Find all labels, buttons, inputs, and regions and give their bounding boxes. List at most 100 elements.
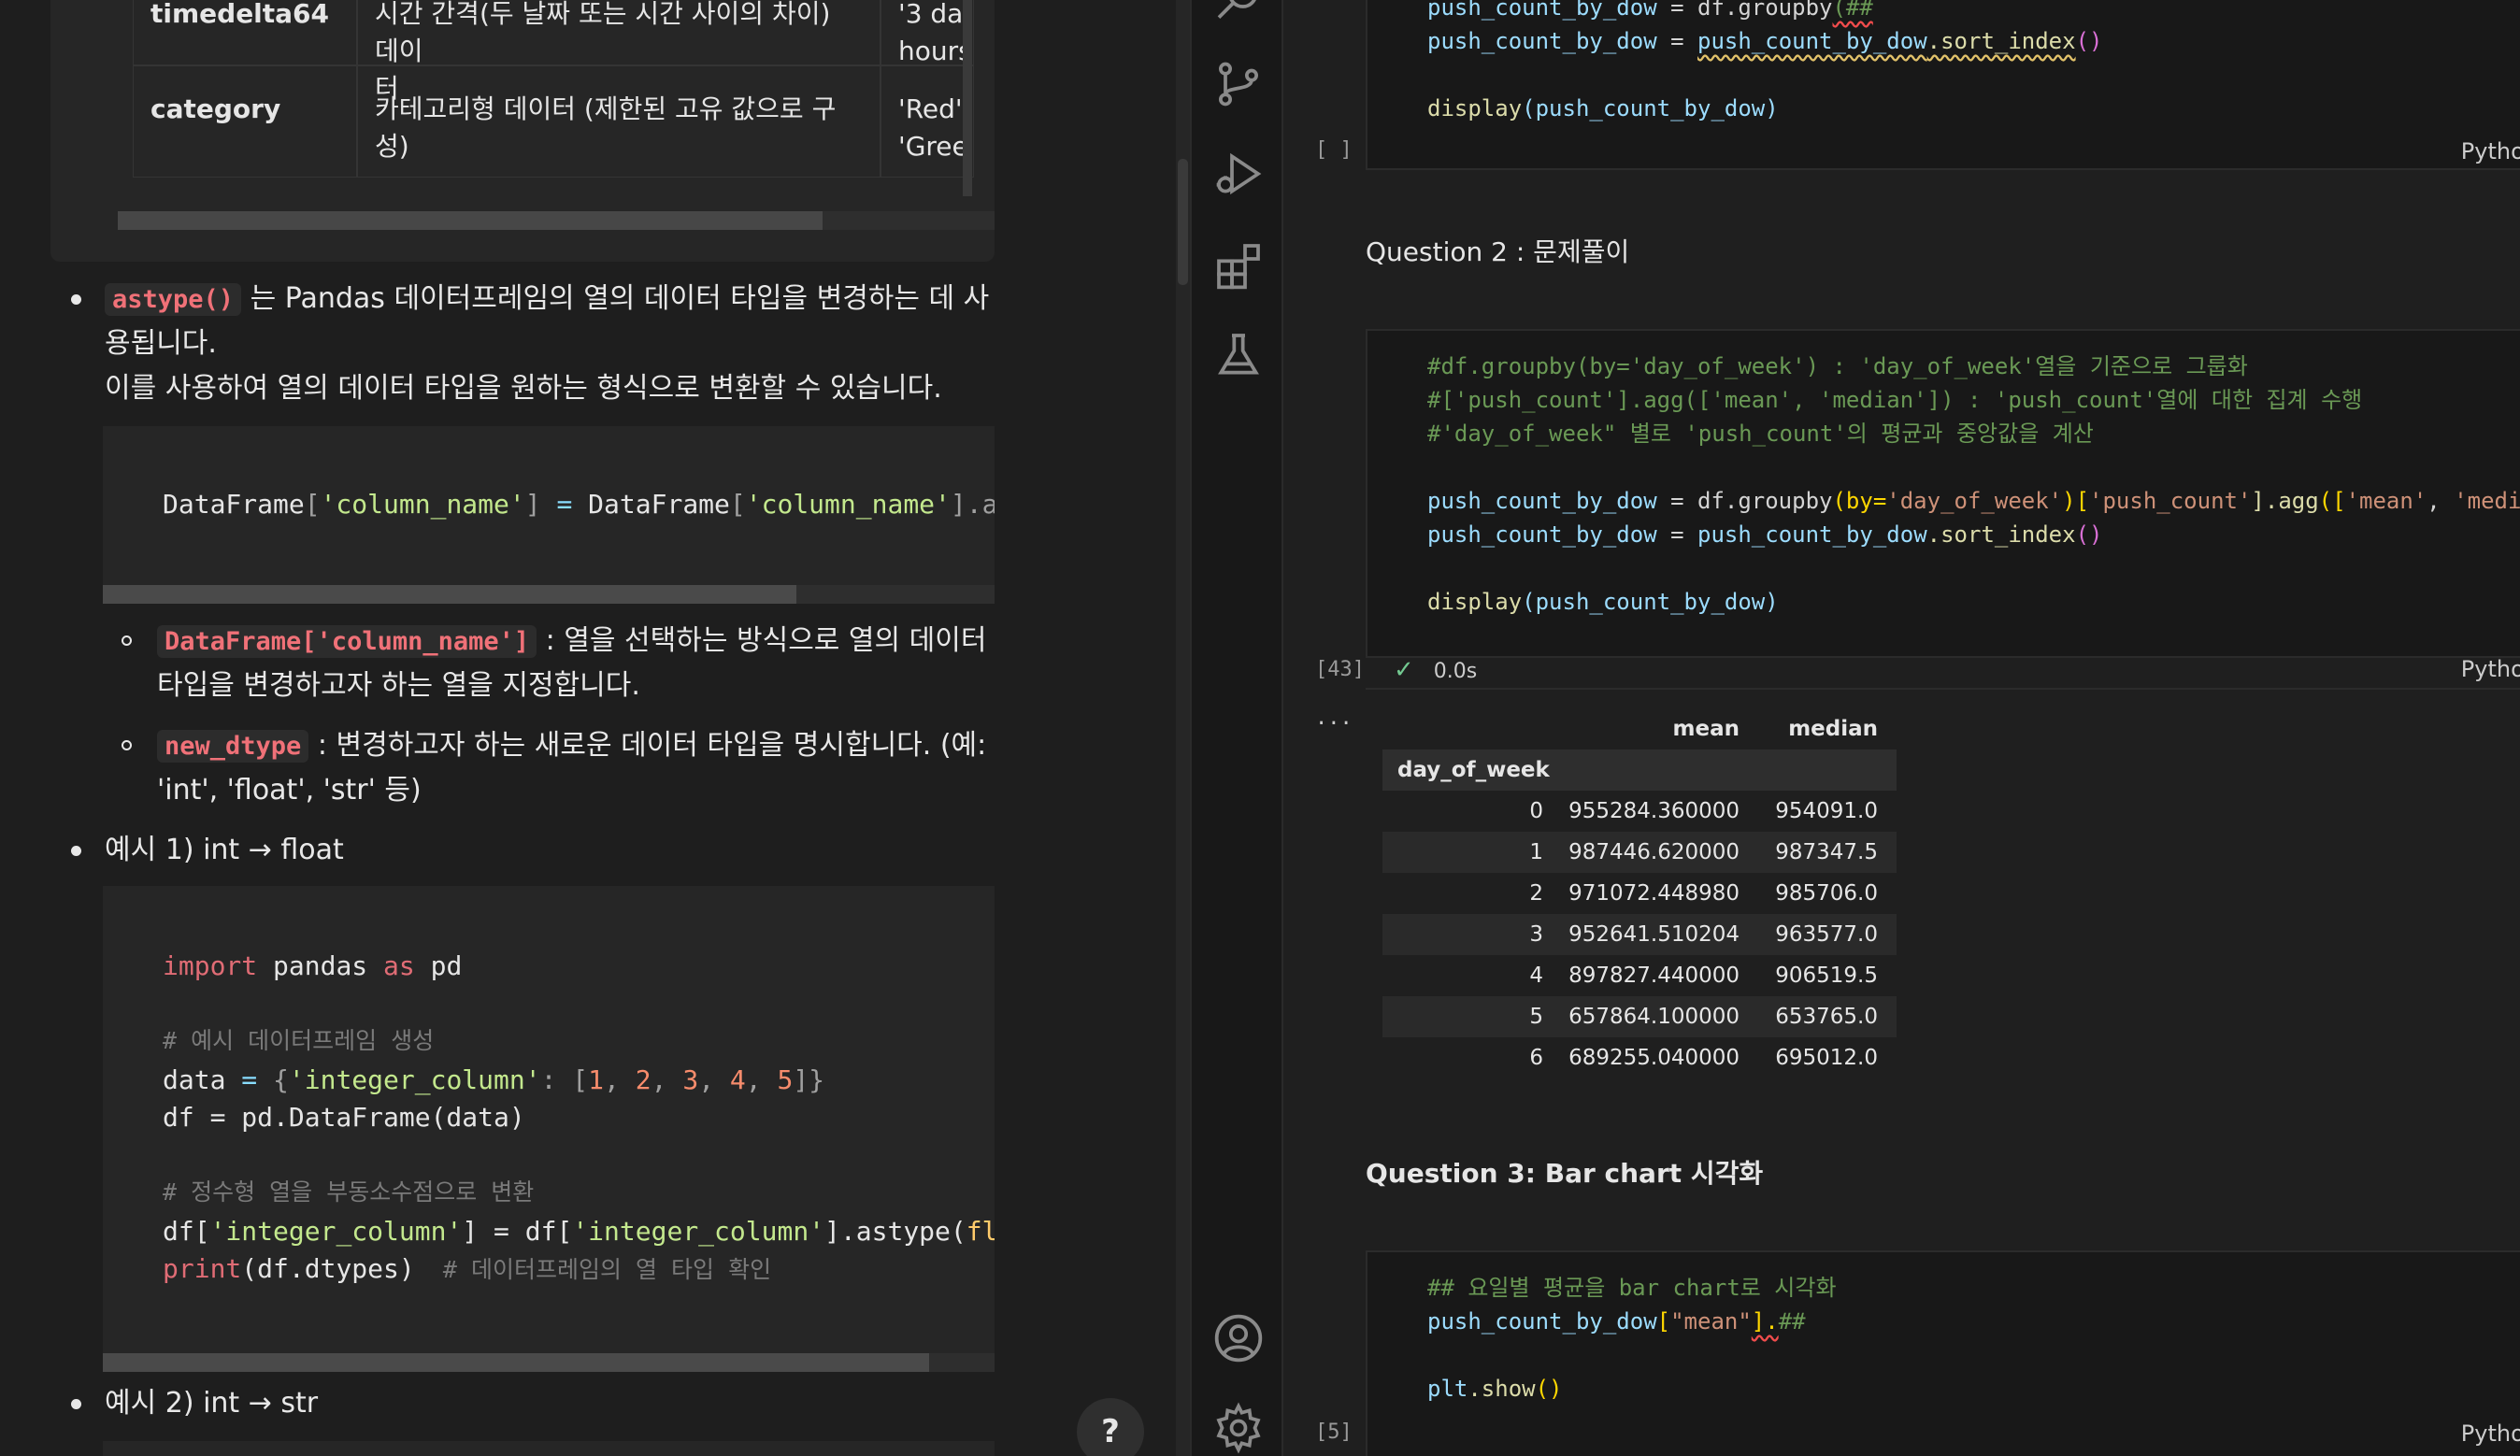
df-cell-median: 985706.0 <box>1775 881 1878 906</box>
code-line: plt.show() <box>1427 1376 1563 1402</box>
markdown-heading-q2: Question 2 : 문제풀이 <box>1366 236 1630 267</box>
table-cell-example: '3 da hours <box>881 0 974 65</box>
sub-bullet <box>122 635 132 646</box>
df-column-header: mean <box>1672 717 1740 741</box>
code-horizontal-scrollbar[interactable] <box>103 585 995 604</box>
table-cell-type: timedelta64 <box>133 0 357 65</box>
code-line: df['integer_column'] = df['integer_colum… <box>163 1216 995 1247</box>
cell-language[interactable]: Python <box>2461 656 2520 682</box>
scrollbar-thumb[interactable] <box>103 585 796 604</box>
example-2-title: 예시 2) int → str <box>105 1387 319 1420</box>
code-line: print(df.dtypes) # 데이터프레임의 열 타입 확인 <box>163 1253 772 1284</box>
left-pane-scrollbar[interactable] <box>1176 0 1190 1456</box>
table-cell-desc: 카테고리형 데이터 (제한된 고유 값으로 구성) <box>357 65 881 178</box>
paragraph-text: 'int', 'float', 'str' 등) <box>157 774 422 807</box>
df-cell-median: 963577.0 <box>1775 922 1878 947</box>
code-comment: # 정수형 열을 부동소수점으로 변환 <box>163 1178 535 1206</box>
paragraph-text: : 열을 선택하는 방식으로 열의 데이터 <box>537 624 987 657</box>
df-index: 5 <box>1529 1005 1543 1029</box>
astype-description: astype() 는 Pandas 데이터프레임의 열의 데이터 타입을 변경하… <box>105 277 989 322</box>
table-cell-desc: 시간 간격(두 날짜 또는 시간 사이의 차이) 데이 터 <box>357 0 881 104</box>
cell-language[interactable]: Python <box>2461 138 2520 164</box>
help-button[interactable]: ? <box>1077 1398 1144 1456</box>
output-more-icon[interactable]: ... <box>1315 707 1353 730</box>
cell-language[interactable]: Python <box>2461 1420 2520 1447</box>
df-cell-median: 987347.5 <box>1775 840 1878 864</box>
df-index: 1 <box>1529 840 1543 864</box>
df-index-header-row: day_of_week <box>1382 749 1897 791</box>
scrollbar-thumb[interactable] <box>118 211 823 230</box>
table-row: 2 971072.448980 985706.0 <box>1382 873 1897 914</box>
df-cell-mean: 987446.620000 <box>1568 840 1740 864</box>
dtype-table-card: timedelta64 시간 간격(두 날짜 또는 시간 사이의 차이) 데이 터… <box>50 0 995 262</box>
code-block-example-2 <box>103 1441 995 1456</box>
table-horizontal-scrollbar[interactable] <box>118 211 995 230</box>
scrollbar-thumb[interactable] <box>1178 159 1188 285</box>
df-cell-mean: 897827.440000 <box>1568 964 1740 988</box>
execution-count: [ ] <box>1315 138 1353 162</box>
table-cell-example: 'Red' 'Gree <box>881 65 974 178</box>
code-line: push_count_by_dow["mean"].## <box>1427 1308 1806 1335</box>
code-line: DataFrame['column_name'] = DataFrame['co… <box>163 489 995 520</box>
code-comment: #['push_count'].agg(['mean', 'median']) … <box>1427 387 2363 413</box>
execution-status: ✓ 0.0s <box>1394 656 1477 684</box>
activity-bar <box>1190 0 1283 1456</box>
code-horizontal-scrollbar[interactable] <box>103 1353 995 1372</box>
df-cell-median: 695012.0 <box>1775 1046 1878 1070</box>
markdown-heading-q3: Question 3: Bar chart 시각화 <box>1366 1158 1764 1189</box>
run-debug-icon[interactable] <box>1212 148 1265 200</box>
df-index-name: day_of_week <box>1397 758 1550 782</box>
table-row: 4 897827.440000 906519.5 <box>1382 955 1897 996</box>
sub2-description: new_dtype : 변경하고자 하는 새로운 데이터 타입을 명시합니다. … <box>157 723 986 769</box>
check-icon: ✓ <box>1394 656 1414 684</box>
code-line: push_count_by_dow = push_count_by_dow.so… <box>1427 521 2103 548</box>
code-comment: #'day_of_week" 별로 'push_count'의 평균과 중앙값을… <box>1427 421 2094 447</box>
code-line: display(push_count_by_dow) <box>1427 95 1779 121</box>
execution-time: 0.0s <box>1433 660 1478 683</box>
code-line: push_count_by_dow = push_count_by_dow.so… <box>1427 28 2103 54</box>
df-cell-median: 954091.0 <box>1775 799 1878 823</box>
bullet <box>71 846 81 856</box>
df-index: 3 <box>1529 922 1543 947</box>
df-header-row: mean median <box>1382 708 1897 749</box>
code-line: data = {'integer_column': [1, 2, 3, 4, 5… <box>163 1064 825 1095</box>
table-cell-type: category <box>133 65 357 178</box>
example-1-title: 예시 1) int → float <box>105 834 344 866</box>
source-control-icon[interactable] <box>1212 58 1265 110</box>
df-column-header: median <box>1788 717 1878 741</box>
code-comment: #df.groupby(by='day_of_week') : 'day_of_… <box>1427 353 2248 379</box>
paragraph-text: 타입을 변경하고자 하는 열을 지정합니다. <box>157 669 640 702</box>
search-icon[interactable] <box>1212 0 1265 26</box>
code-line: import pandas as pd <box>163 950 463 981</box>
table-vertical-scrollbar[interactable] <box>963 0 972 196</box>
sub1-description: DataFrame['column_name'] : 열을 선택하는 방식으로 … <box>157 619 986 664</box>
df-cell-median: 906519.5 <box>1775 964 1878 988</box>
execution-count: [5] <box>1315 1420 1353 1444</box>
df-cell-mean: 689255.040000 <box>1568 1046 1740 1070</box>
df-cell-mean: 971072.448980 <box>1568 881 1740 906</box>
notebook-editor: push_count_by_dow = df.groupby(## push_c… <box>1283 0 2520 1456</box>
paragraph-text: 용됩니다. <box>105 327 217 360</box>
testing-icon[interactable] <box>1212 329 1265 381</box>
code-comment: ## 요일별 평균을 bar chart로 시각화 <box>1427 1275 1837 1301</box>
inline-code-column: DataFrame['column_name'] <box>157 625 537 658</box>
extensions-icon[interactable] <box>1212 239 1265 292</box>
settings-gear-icon[interactable] <box>1212 1402 1265 1454</box>
df-index: 2 <box>1529 881 1543 906</box>
code-block-astype-syntax: DataFrame['column_name'] = DataFrame['co… <box>103 426 995 604</box>
df-index: 6 <box>1529 1046 1543 1070</box>
execution-count: [43] <box>1315 658 1365 681</box>
code-comment: # 예시 데이터프레임 생성 <box>163 1027 435 1054</box>
table-row: 3 952641.510204 963577.0 <box>1382 914 1897 955</box>
bullet <box>71 1399 81 1409</box>
sub-bullet <box>122 740 132 750</box>
paragraph-text: 이를 사용하여 열의 데이터 타입을 원하는 형식으로 변환할 수 있습니다. <box>105 372 942 405</box>
df-index: 0 <box>1529 799 1543 823</box>
code-line: push_count_by_dow = df.groupby(by='day_o… <box>1427 488 2520 514</box>
paragraph-text: : 변경하고자 하는 새로운 데이터 타입을 명시합니다. (예: <box>308 729 987 762</box>
df-cell-mean: 657864.100000 <box>1568 1005 1740 1029</box>
df-cell-mean: 952641.510204 <box>1568 922 1740 947</box>
accounts-icon[interactable] <box>1212 1312 1265 1364</box>
df-index: 4 <box>1529 964 1543 988</box>
scrollbar-thumb[interactable] <box>103 1353 929 1372</box>
